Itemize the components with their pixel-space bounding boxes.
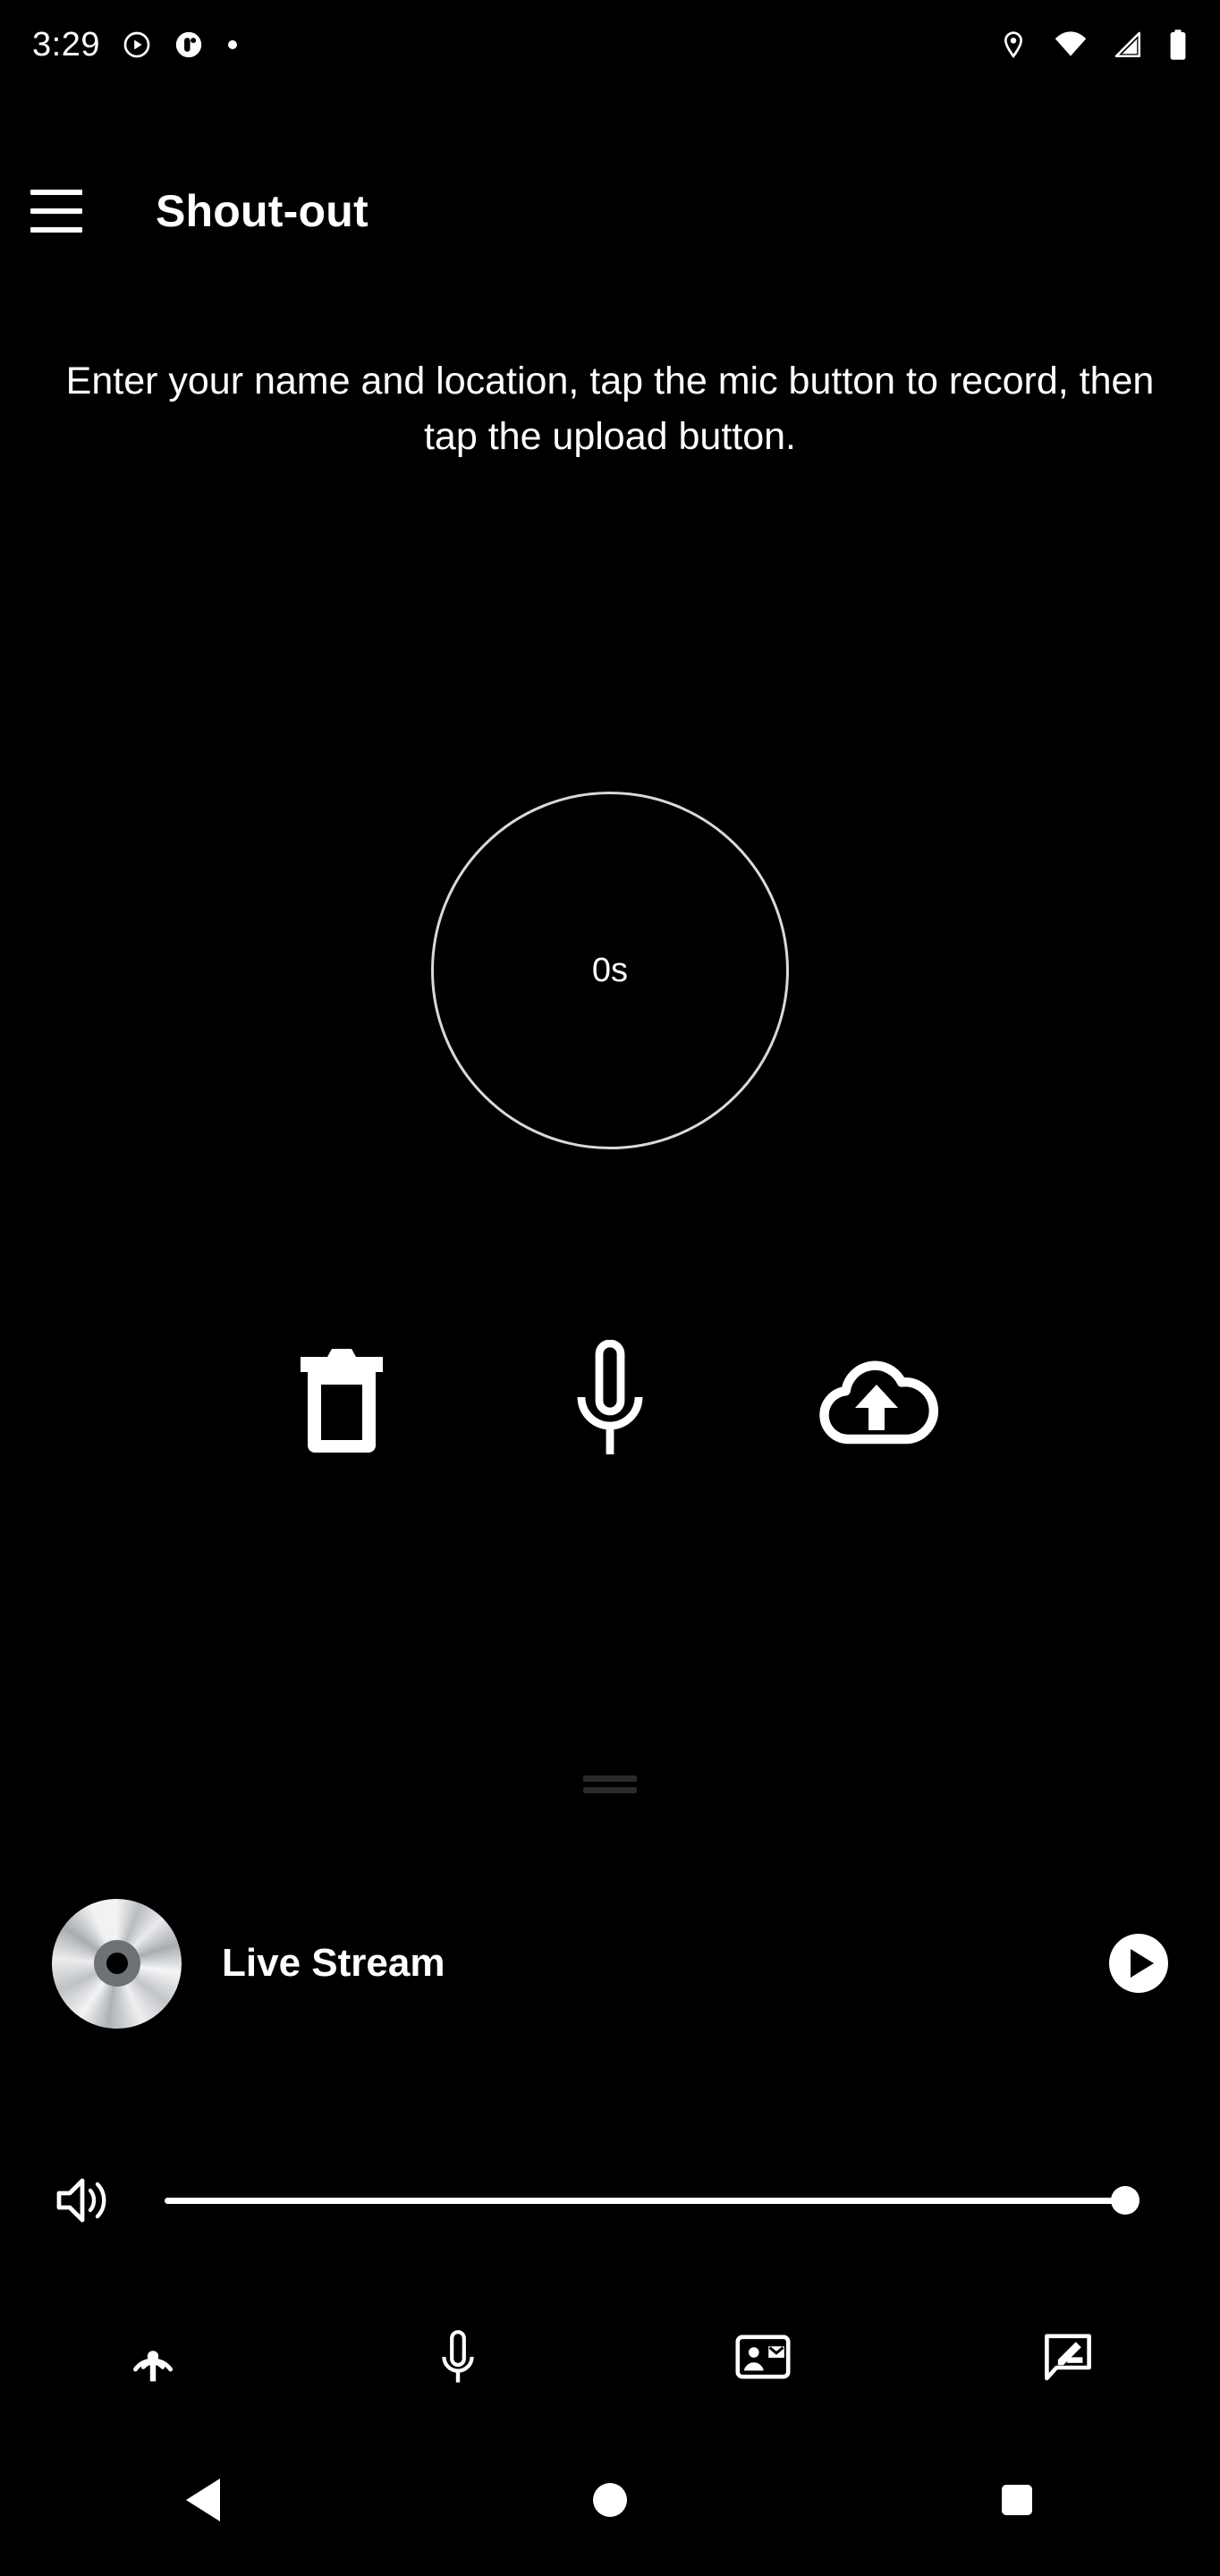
bottom-tab-bar: [0, 2299, 1220, 2415]
status-clock: 3:29: [32, 25, 100, 64]
app-screen: 3:29 Shout-out Enter your name and locat…: [0, 0, 1220, 2576]
contact-mail-icon: [734, 2334, 791, 2379]
drag-handle-bar-1: [583, 1775, 637, 1782]
app-notification-icon: [175, 31, 202, 58]
timer-value: 0s: [591, 951, 629, 989]
play-icon: [1131, 1949, 1154, 1978]
play-circle-notification-icon: [123, 31, 150, 58]
cellular-signal-icon: [1114, 31, 1141, 58]
hamburger-menu-icon[interactable]: [30, 190, 136, 233]
status-bar-right: [998, 29, 1188, 61]
app-bar: Shout-out: [0, 157, 1220, 265]
cloud-upload-icon: [819, 1360, 939, 1445]
wifi-icon: [1055, 31, 1087, 56]
android-navigation-bar: [0, 2424, 1220, 2576]
record-button[interactable]: [534, 1324, 686, 1476]
action-button-row: [0, 1324, 1220, 1476]
home-circle-icon: [593, 2483, 627, 2517]
compact-disc-icon: [52, 1898, 182, 2029]
player-drag-handle[interactable]: [583, 1775, 637, 1793]
upload-button[interactable]: [801, 1324, 953, 1476]
broadcast-antenna-icon: [132, 2351, 173, 2382]
status-bar-left: 3:29: [32, 26, 240, 64]
volume-slider-thumb[interactable]: [1111, 2186, 1140, 2215]
page-title: Shout-out: [156, 186, 369, 236]
menu-bar-3: [30, 227, 82, 233]
dot-notification-icon: [227, 40, 237, 49]
nav-home-button[interactable]: [407, 2483, 814, 2517]
recording-timer-circle[interactable]: 0s: [431, 792, 789, 1149]
location-pin-icon: [1004, 31, 1022, 58]
message-edit-icon: [1044, 2334, 1091, 2381]
microphone-icon: [441, 2330, 474, 2383]
nav-back-button[interactable]: [0, 2479, 407, 2521]
volume-slider[interactable]: [165, 2174, 1140, 2227]
microphone-icon: [577, 1340, 643, 1454]
delete-button[interactable]: [266, 1324, 418, 1476]
player-row: Live Stream: [0, 1896, 1220, 2030]
track-title: Live Stream: [222, 1941, 445, 1985]
nav-recents-button[interactable]: [813, 2485, 1220, 2515]
tab-microphone[interactable]: [305, 2299, 610, 2415]
volume-up-icon[interactable]: [55, 2174, 111, 2226]
battery-icon: [1170, 30, 1186, 60]
tab-contact[interactable]: [610, 2299, 915, 2415]
recents-square-icon: [1001, 2485, 1032, 2515]
tab-broadcast[interactable]: [0, 2299, 305, 2415]
volume-row: [0, 2156, 1220, 2245]
menu-bar-1: [30, 190, 82, 195]
instructions-text: Enter your name and location, tap the mi…: [65, 360, 1155, 458]
back-triangle-icon: [186, 2479, 221, 2521]
volume-slider-track: [165, 2197, 1134, 2204]
menu-bar-2: [30, 208, 82, 214]
play-button[interactable]: [1109, 1934, 1168, 1993]
trash-icon: [301, 1349, 383, 1453]
tab-feedback[interactable]: [915, 2299, 1220, 2415]
status-bar: 3:29: [0, 0, 1220, 89]
drag-handle-bar-2: [583, 1787, 637, 1793]
